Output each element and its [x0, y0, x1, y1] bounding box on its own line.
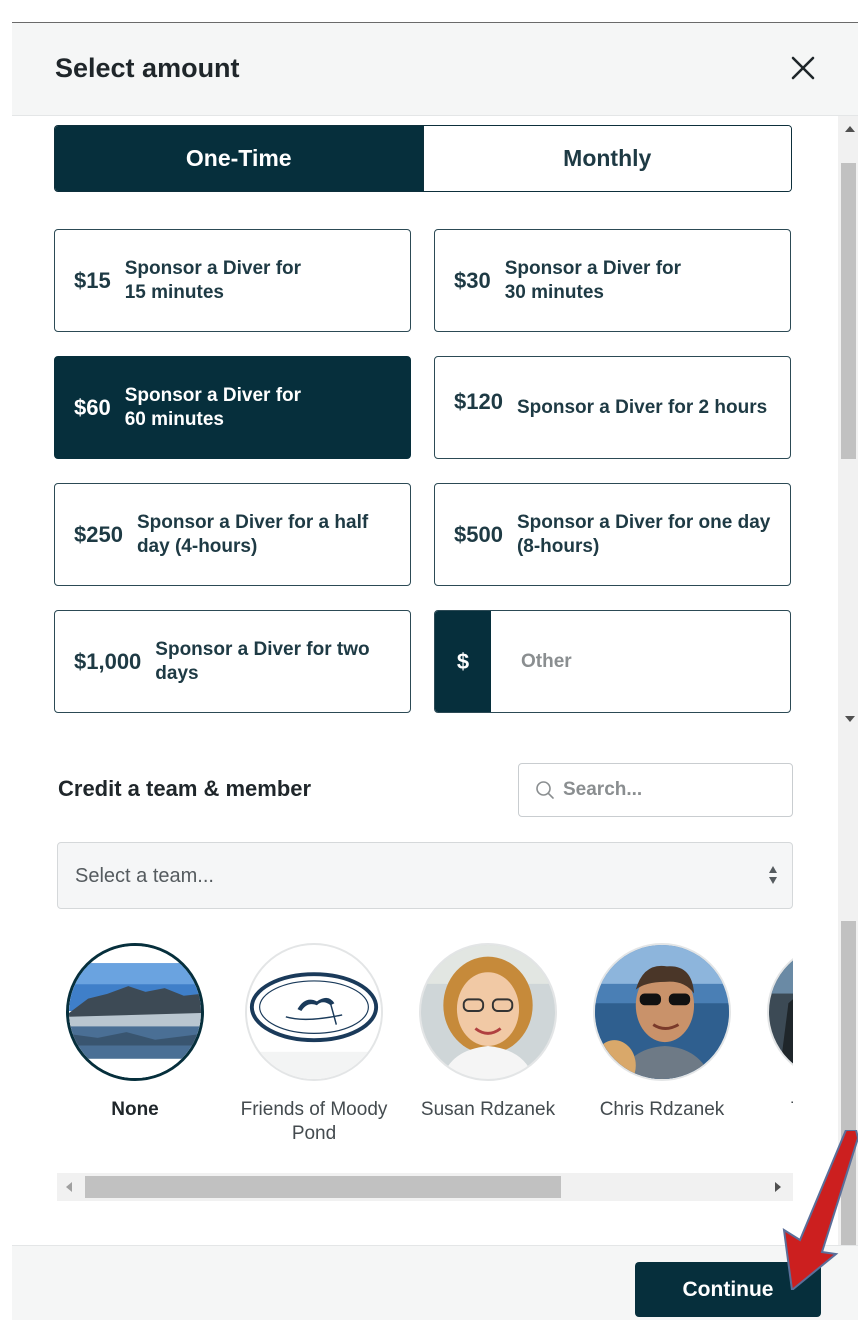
- avatar-lake: [66, 943, 204, 1081]
- other-amount-input[interactable]: [491, 611, 790, 712]
- avatar-susan: [419, 943, 557, 1081]
- scroll-left-icon[interactable]: [66, 1182, 72, 1192]
- amount-price: $120: [454, 388, 503, 414]
- amount-option-60[interactable]: $60 Sponsor a Diver for 60 minutes: [54, 356, 411, 459]
- amount-description: Sponsor a Diver for 2 hours: [516, 396, 768, 418]
- tab-one-time[interactable]: One-Time: [55, 126, 423, 191]
- member-carousel: None Friends of Moody Pond Susan Rdzanek…: [57, 943, 793, 1173]
- amount-price: $60: [74, 394, 111, 420]
- horizontal-scroll-thumb[interactable]: [85, 1176, 561, 1198]
- amount-price: $30: [454, 267, 491, 293]
- member-name: Trist: [761, 1098, 793, 1122]
- amount-price: $1,000: [74, 648, 142, 674]
- other-amount-field: $: [434, 610, 791, 713]
- amount-description: Sponsor a Diver for a half day (4-hours): [136, 511, 369, 557]
- member-name: Susan Rdzanek: [420, 1099, 556, 1120]
- modal-title: Select amount: [55, 53, 240, 83]
- credit-team-label: Credit a team & member: [58, 776, 312, 801]
- member-name: None: [111, 1099, 159, 1120]
- avatar-milfoil-logo: [245, 943, 383, 1081]
- team-select[interactable]: Select a team...: [57, 842, 793, 909]
- amount-option-250[interactable]: $250 Sponsor a Diver for a half day (4-h…: [54, 483, 411, 586]
- frequency-toggle: One-Time Monthly: [54, 125, 792, 192]
- amount-price: $15: [74, 267, 111, 293]
- amount-option-15[interactable]: $15 Sponsor a Diver for 15 minutes: [54, 229, 411, 332]
- member-susan-rdzanek[interactable]: Susan Rdzanek: [413, 943, 563, 1122]
- tab-monthly[interactable]: Monthly: [422, 126, 791, 191]
- close-icon[interactable]: [788, 53, 818, 83]
- amount-price: $500: [454, 521, 503, 547]
- amount-option-500[interactable]: $500 Sponsor a Diver for one day (8-hour…: [434, 483, 791, 586]
- amount-option-120[interactable]: $120 Sponsor a Diver for 2 hours: [434, 356, 791, 459]
- amount-description: Sponsor a Diver for 60 minutes: [124, 384, 302, 430]
- search-icon: [535, 780, 555, 805]
- avatar-trist: [767, 943, 793, 1081]
- member-none[interactable]: None: [60, 943, 210, 1122]
- member-name: Chris Rdzanek: [599, 1099, 725, 1120]
- red-arrow-annotation-icon: [770, 1129, 858, 1292]
- amount-price: $250: [74, 521, 123, 547]
- member-trist[interactable]: Trist: [761, 943, 793, 1122]
- modal-footer: Continue: [12, 1245, 858, 1320]
- search-input[interactable]: [563, 764, 783, 816]
- amount-description: Sponsor a Diver for two days: [155, 638, 370, 684]
- amount-option-1000[interactable]: $1,000 Sponsor a Diver for two days: [54, 610, 411, 713]
- member-friends-of-moody-pond[interactable]: Friends of Moody Pond: [239, 943, 389, 1146]
- avatar-chris: [593, 943, 731, 1081]
- scroll-down-icon[interactable]: [845, 716, 855, 722]
- select-arrows-icon: [768, 864, 778, 886]
- amount-description: Sponsor a Diver for 30 minutes: [504, 257, 682, 303]
- select-amount-modal: Select amount One-Time Monthly $15 Spons…: [12, 23, 858, 1320]
- amount-description: Sponsor a Diver for 15 minutes: [124, 257, 302, 303]
- amount-description: Sponsor a Diver for one day (8-hours): [516, 511, 771, 557]
- member-name: Friends of Moody Pond: [240, 1099, 388, 1144]
- vertical-scroll-thumb[interactable]: [841, 163, 856, 459]
- dollar-prefix: $: [435, 611, 491, 712]
- modal-header: Select amount: [12, 23, 858, 116]
- member-search: [518, 763, 793, 817]
- team-select-value: Select a team...: [75, 865, 214, 887]
- member-chris-rdzanek[interactable]: Chris Rdzanek: [587, 943, 737, 1122]
- scroll-up-icon[interactable]: [845, 126, 855, 132]
- amount-option-30[interactable]: $30 Sponsor a Diver for 30 minutes: [434, 229, 791, 332]
